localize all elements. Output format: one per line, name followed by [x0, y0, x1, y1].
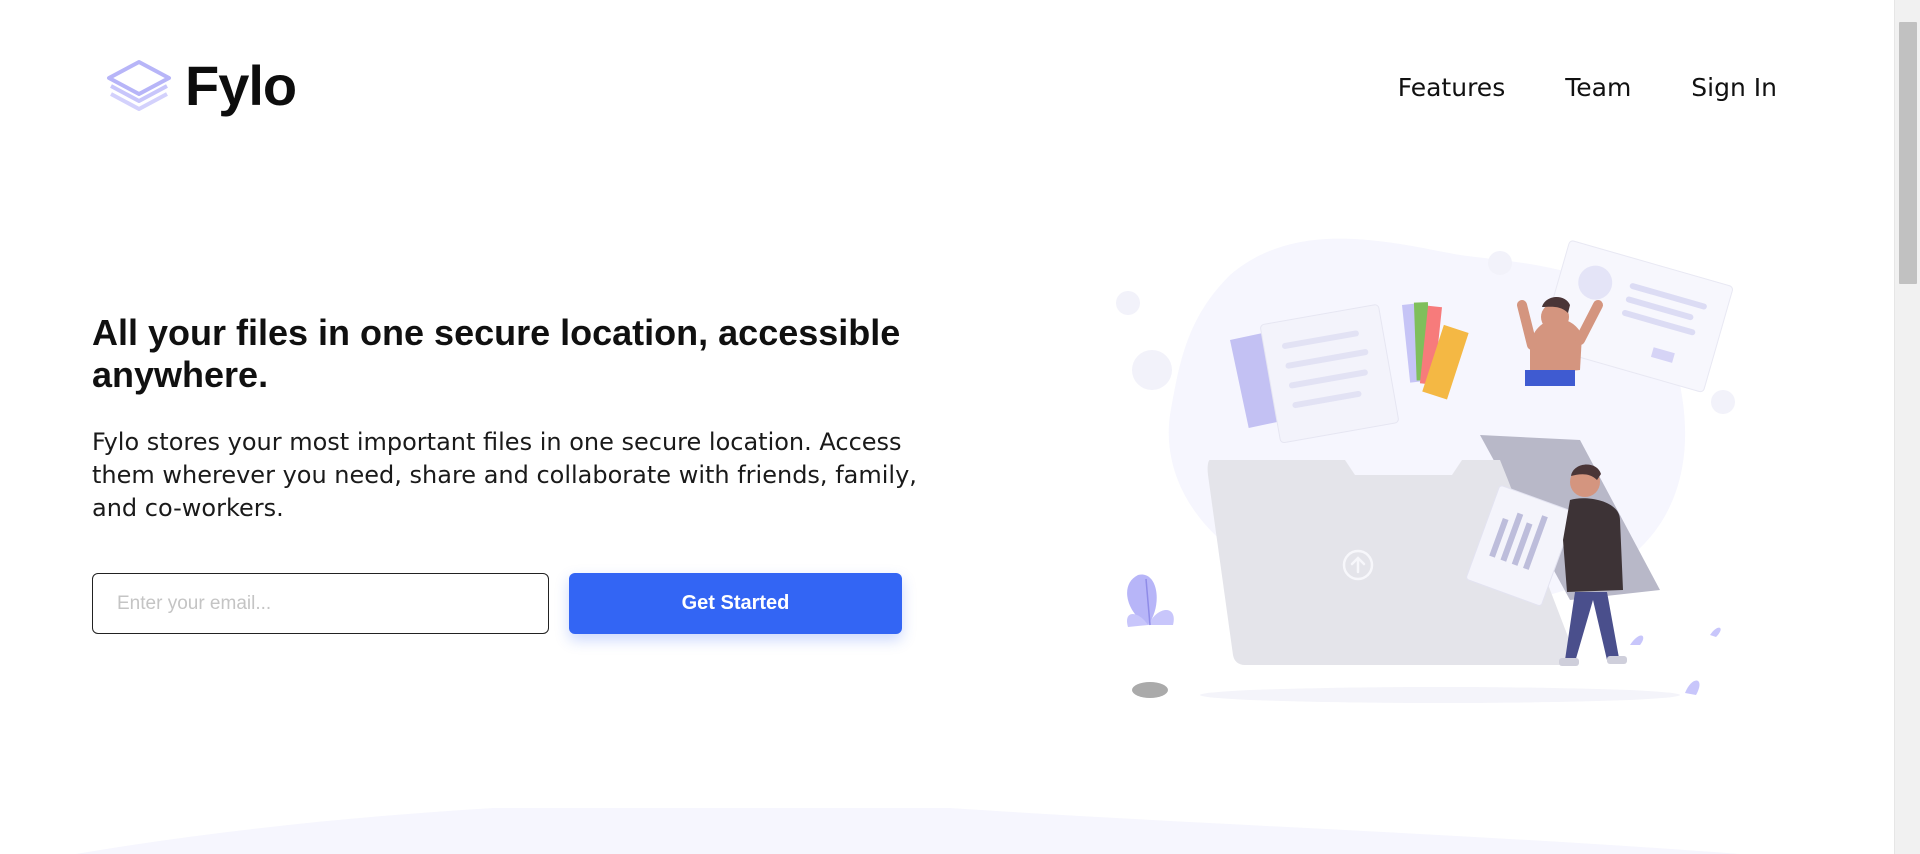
page-scrollbar[interactable] — [1894, 0, 1920, 854]
nav-link-sign-in[interactable]: Sign In — [1691, 73, 1777, 102]
nav-link-team[interactable]: Team — [1565, 73, 1631, 102]
bottom-wave — [76, 808, 1740, 854]
layers-icon — [107, 60, 171, 111]
logo[interactable]: Fylo — [105, 54, 297, 117]
hero-title: All your files in one secure location, a… — [92, 312, 901, 395]
hero-section: All your files in one secure location, a… — [92, 312, 922, 525]
email-input[interactable] — [92, 573, 549, 634]
file-upload-illustration — [1116, 238, 1735, 703]
plant — [1127, 574, 1174, 627]
get-started-button[interactable]: Get Started — [569, 573, 902, 634]
brand-name: Fylo — [185, 54, 297, 117]
hero-description: Fylo stores your most important files in… — [92, 428, 917, 522]
signup-form: Get Started — [92, 573, 902, 634]
site-header: Fylo Features Team Sign In — [105, 55, 1777, 125]
main-nav: Features Team Sign In — [1398, 73, 1777, 102]
nav-link-features[interactable]: Features — [1398, 73, 1506, 102]
landing-page: Fylo Features Team Sign In All your file… — [0, 0, 1920, 854]
scrollbar-thumb[interactable] — [1899, 22, 1917, 284]
